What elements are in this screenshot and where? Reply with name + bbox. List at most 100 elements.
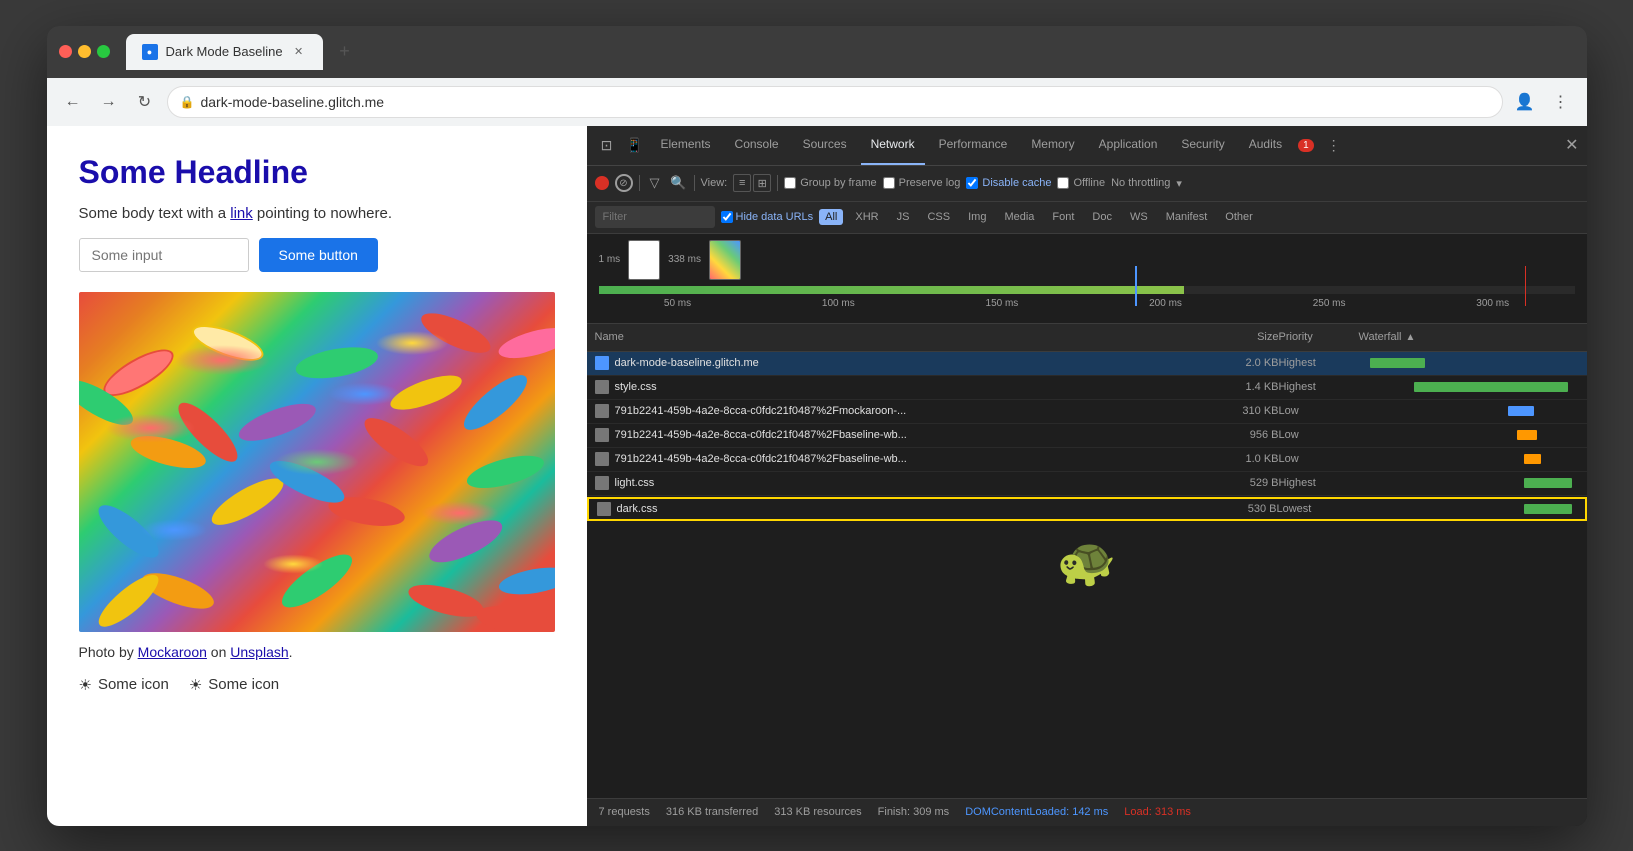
timeline-end-marker — [1525, 266, 1526, 306]
group-by-frame-label[interactable]: Group by frame — [784, 177, 876, 189]
tab-performance[interactable]: Performance — [929, 126, 1018, 165]
preserve-log-checkbox[interactable] — [883, 177, 895, 189]
timeline-position-marker — [1135, 266, 1137, 306]
th-name[interactable]: Name — [595, 331, 1199, 343]
table-row[interactable]: dark-mode-baseline.glitch.me 2.0 KB High… — [587, 352, 1587, 376]
address-bar: ← → ↻ 🔒 dark-mode-baseline.glitch.me 👤 ⋮ — [47, 78, 1587, 126]
network-table: Name Size Priority Waterfall ▲ dark-mode… — [587, 324, 1587, 798]
search-icon[interactable]: 🔍 — [670, 174, 688, 192]
traffic-lights — [59, 45, 110, 58]
filter-doc-button[interactable]: Doc — [1086, 209, 1118, 225]
status-bar: 7 requests 316 KB transferred 313 KB res… — [587, 798, 1587, 826]
filter-media-button[interactable]: Media — [998, 209, 1040, 225]
tab-elements[interactable]: Elements — [651, 126, 721, 165]
tab-memory[interactable]: Memory — [1021, 126, 1084, 165]
filter-input[interactable] — [595, 206, 715, 228]
timeline-area: 1 ms 338 ms 50 ms 100 ms 150 ms 200 ms — [587, 234, 1587, 324]
photo-link-mockaroon[interactable]: Mockaroon — [138, 644, 207, 660]
clear-button[interactable]: ⊘ — [615, 174, 633, 192]
filter-all-button[interactable]: All — [819, 209, 843, 225]
hide-data-urls-checkbox[interactable] — [721, 211, 733, 223]
filter-ws-button[interactable]: WS — [1124, 209, 1154, 225]
inspect-element-icon[interactable]: ⊡ — [595, 133, 619, 157]
filter-css-button[interactable]: CSS — [921, 209, 956, 225]
row-name: 791b2241-459b-4a2e-8cca-c0fdc21f0487%2Fm… — [615, 405, 1199, 417]
some-button[interactable]: Some button — [259, 238, 378, 272]
waterfall-bar — [1524, 478, 1572, 488]
timeline-progress-area — [599, 286, 1575, 294]
tab-title: Dark Mode Baseline — [166, 44, 283, 59]
photo-credit-middle: on — [207, 644, 230, 660]
table-row[interactable]: light.css 529 B Highest — [587, 472, 1587, 496]
hide-data-urls-label[interactable]: Hide data URLs — [721, 211, 814, 223]
timeline-thumb-blank — [628, 240, 660, 280]
page-headline: Some Headline — [79, 154, 555, 191]
filter-icon[interactable]: ▽ — [646, 174, 664, 192]
table-row[interactable]: 791b2241-459b-4a2e-8cca-c0fdc21f0487%2Fb… — [587, 448, 1587, 472]
waterfall-bar — [1524, 504, 1572, 514]
tab-security[interactable]: Security — [1171, 126, 1234, 165]
back-button[interactable]: ← — [59, 88, 87, 116]
row-name: dark-mode-baseline.glitch.me — [615, 357, 1199, 369]
view-grid-icon[interactable]: ⊞ — [753, 174, 771, 192]
device-toolbar-icon[interactable]: 📱 — [623, 133, 647, 157]
row-size: 956 B — [1199, 429, 1279, 441]
row-waterfall — [1359, 451, 1579, 467]
offline-label[interactable]: Offline — [1057, 177, 1105, 189]
forward-button[interactable]: → — [95, 88, 123, 116]
table-row[interactable]: style.css 1.4 KB Highest — [587, 376, 1587, 400]
row-file-icon — [595, 452, 609, 466]
profile-button[interactable]: 👤 — [1511, 88, 1539, 116]
filter-manifest-button[interactable]: Manifest — [1160, 209, 1214, 225]
row-priority: Highest — [1279, 381, 1359, 393]
new-tab-button[interactable]: + — [331, 38, 359, 66]
th-size[interactable]: Size — [1199, 331, 1279, 343]
photo-link-unsplash[interactable]: Unsplash — [230, 644, 288, 660]
filter-img-button[interactable]: Img — [962, 209, 992, 225]
photo-credit: Photo by Mockaroon on Unsplash. — [79, 644, 555, 660]
filter-font-button[interactable]: Font — [1046, 209, 1080, 225]
tab-application[interactable]: Application — [1089, 126, 1168, 165]
offline-checkbox[interactable] — [1057, 177, 1069, 189]
row-waterfall — [1357, 501, 1577, 517]
url-bar[interactable]: 🔒 dark-mode-baseline.glitch.me — [167, 86, 1503, 118]
row-waterfall — [1359, 427, 1579, 443]
refresh-button[interactable]: ↻ — [131, 88, 159, 116]
preserve-log-label[interactable]: Preserve log — [883, 177, 961, 189]
tab-console[interactable]: Console — [725, 126, 789, 165]
devtools-close-button[interactable]: ✕ — [1565, 135, 1578, 155]
browser-tab[interactable]: ● Dark Mode Baseline ✕ — [126, 34, 323, 70]
view-icons: ≡ ⊞ — [733, 174, 771, 192]
tab-sources[interactable]: Sources — [793, 126, 857, 165]
menu-button[interactable]: ⋮ — [1547, 88, 1575, 116]
disable-cache-checkbox[interactable] — [966, 177, 978, 189]
th-priority[interactable]: Priority — [1279, 331, 1359, 343]
preserve-log-text: Preserve log — [899, 177, 961, 189]
group-by-frame-checkbox[interactable] — [784, 177, 796, 189]
filter-xhr-button[interactable]: XHR — [849, 209, 884, 225]
close-traffic-light[interactable] — [59, 45, 72, 58]
timeline-1ms: 1 ms — [599, 254, 621, 265]
filter-other-button[interactable]: Other — [1219, 209, 1259, 225]
tab-close-button[interactable]: ✕ — [291, 44, 307, 60]
table-row-highlighted[interactable]: dark.css 530 B Lowest — [587, 497, 1587, 521]
view-rows-icon[interactable]: ≡ — [733, 174, 751, 192]
devtools-more-icon[interactable]: ⋮ — [1322, 133, 1346, 157]
turtle-area: 🐢 — [587, 522, 1587, 602]
tab-network[interactable]: Network — [861, 126, 925, 165]
table-row[interactable]: 791b2241-459b-4a2e-8cca-c0fdc21f0487%2Fm… — [587, 400, 1587, 424]
some-input[interactable] — [79, 238, 249, 272]
th-waterfall[interactable]: Waterfall ▲ — [1359, 331, 1579, 343]
maximize-traffic-light[interactable] — [97, 45, 110, 58]
status-resources: 313 KB resources — [774, 806, 861, 818]
disable-cache-label[interactable]: Disable cache — [966, 177, 1051, 189]
minimize-traffic-light[interactable] — [78, 45, 91, 58]
body-link[interactable]: link — [230, 205, 253, 222]
tab-audits[interactable]: Audits — [1239, 126, 1292, 165]
row-name: 791b2241-459b-4a2e-8cca-c0fdc21f0487%2Fb… — [615, 429, 1199, 441]
table-row[interactable]: 791b2241-459b-4a2e-8cca-c0fdc21f0487%2Fb… — [587, 424, 1587, 448]
throttling-chevron-icon[interactable]: ▾ — [1176, 177, 1182, 190]
record-button[interactable] — [595, 176, 609, 190]
filter-js-button[interactable]: JS — [891, 209, 916, 225]
sort-icon: ▲ — [1406, 332, 1416, 343]
